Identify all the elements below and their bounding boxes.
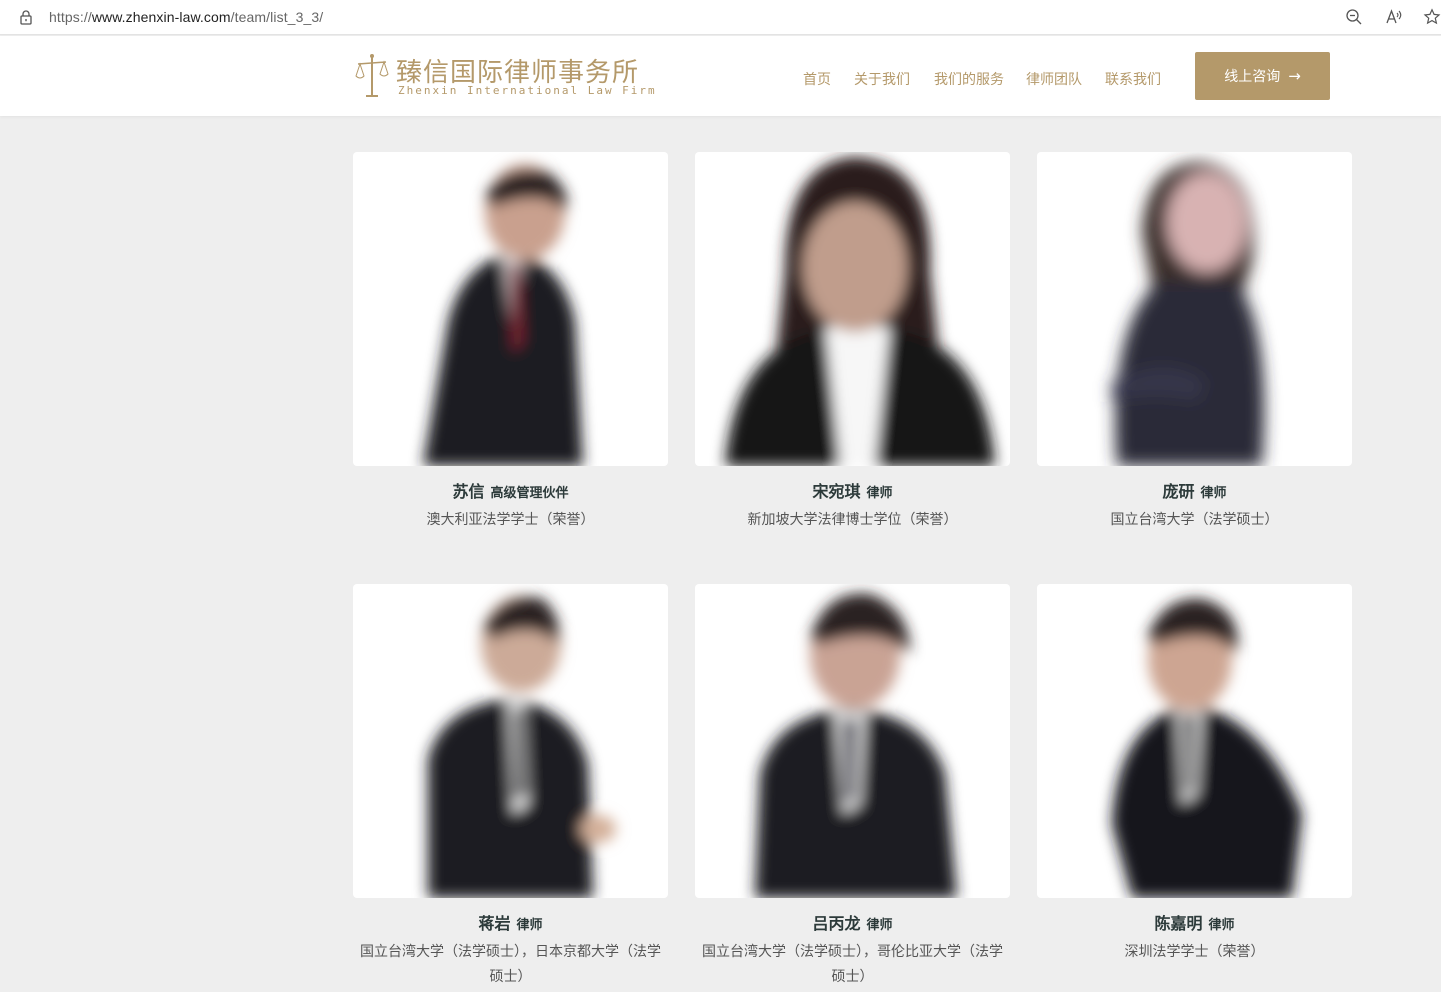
lawyer-name[interactable]: 吕丙龙 — [812, 914, 860, 933]
team-card[interactable]: 苏信 高级管理伙伴 澳大利亚法学学士（荣誉） — [353, 152, 668, 533]
lawyer-photo[interactable] — [695, 152, 1010, 466]
lawyer-namebar: 宋宛琪 律师 — [695, 478, 1010, 502]
lawyer-namebar: 庞研 律师 — [1037, 478, 1352, 502]
online-consult-label: 线上咨询 — [1224, 69, 1281, 85]
lawyer-title: 律师 — [866, 918, 893, 933]
nav-item-team[interactable]: 律师团队 — [1026, 69, 1082, 89]
lawyer-photo[interactable] — [1037, 584, 1352, 898]
favorite-star-icon[interactable] — [1423, 8, 1441, 26]
url-domain: www.zhenxin-law.com — [91, 9, 231, 25]
lawyer-name[interactable]: 苏信 — [452, 482, 484, 501]
team-card[interactable]: 宋宛琪 律师 新加坡大学法律博士学位（荣誉） — [695, 152, 1010, 533]
team-card[interactable]: 蒋岩 律师 国立台湾大学（法学硕士），日本京都大学（法学硕士） — [353, 584, 668, 990]
lawyer-photo[interactable] — [695, 584, 1010, 898]
lawyer-education: 深圳法学学士（荣誉） — [1124, 944, 1265, 960]
lawyer-education: 新加坡大学法律博士学位（荣誉） — [747, 512, 958, 528]
url-field[interactable]: https://www.zhenxin-law.com/team/list_3_… — [49, 9, 323, 25]
lawyer-namebar: 陈嘉明 律师 — [1037, 910, 1352, 934]
nav-item-home[interactable]: 首页 — [803, 69, 831, 89]
nav-item-services[interactable]: 我们的服务 — [934, 69, 1004, 89]
lawyer-photo[interactable] — [353, 152, 668, 466]
browser-address-bar: https://www.zhenxin-law.com/team/list_3_… — [0, 0, 1441, 35]
zoom-out-icon[interactable] — [1345, 8, 1363, 26]
lawyer-education: 国立台湾大学（法学硕士），日本京都大学（法学硕士） — [360, 944, 661, 985]
logo-english-name: Zhenxin International Law Firm — [398, 84, 657, 97]
arrow-right-icon: → — [1288, 66, 1301, 85]
site-header: 臻信国际律师事务所 Zhenxin International Law Firm… — [0, 36, 1441, 116]
lawyer-title: 律师 — [516, 918, 543, 933]
nav-item-about[interactable]: 关于我们 — [854, 69, 910, 89]
team-card[interactable]: 吕丙龙 律师 国立台湾大学（法学硕士），哥伦比亚大学（法学硕士） — [695, 584, 1010, 990]
online-consult-button[interactable]: 线上咨询 → — [1195, 52, 1330, 100]
nav-item-contact[interactable]: 联系我们 — [1105, 69, 1161, 89]
lawyer-name[interactable]: 庞研 — [1162, 482, 1194, 501]
lawyer-education: 国立台湾大学（法学硕士），哥伦比亚大学（法学硕士） — [702, 944, 1003, 985]
team-card[interactable]: 陈嘉明 律师 深圳法学学士（荣誉） — [1037, 584, 1352, 965]
url-path: /team/list_3_3/ — [230, 9, 324, 25]
lawyer-namebar: 苏信 高级管理伙伴 — [353, 478, 668, 502]
team-card[interactable]: 庞研 律师 国立台湾大学（法学硕士） — [1037, 152, 1352, 533]
read-aloud-icon[interactable] — [1385, 8, 1403, 26]
lawyer-title: 律师 — [1208, 918, 1235, 933]
lawyer-name[interactable]: 陈嘉明 — [1154, 914, 1202, 933]
url-prefix: https:// — [49, 9, 92, 25]
lawyer-education: 国立台湾大学（法学硕士） — [1110, 512, 1279, 528]
lawyer-namebar: 蒋岩 律师 — [353, 910, 668, 934]
logo[interactable]: 臻信国际律师事务所 Zhenxin International Law Firm — [354, 50, 655, 102]
lawyer-education: 澳大利亚法学学士（荣誉） — [426, 512, 595, 528]
lock-icon[interactable] — [18, 9, 34, 25]
lawyer-title: 高级管理伙伴 — [490, 486, 569, 501]
lawyer-name[interactable]: 宋宛琪 — [812, 482, 860, 501]
lawyer-title: 律师 — [1200, 486, 1227, 501]
scales-of-justice-icon — [355, 54, 389, 97]
lawyer-namebar: 吕丙龙 律师 — [695, 910, 1010, 934]
lawyer-title: 律师 — [866, 486, 893, 501]
lawyer-photo[interactable] — [1037, 152, 1352, 466]
lawyer-photo[interactable] — [353, 584, 668, 898]
lawyer-name[interactable]: 蒋岩 — [478, 914, 510, 933]
